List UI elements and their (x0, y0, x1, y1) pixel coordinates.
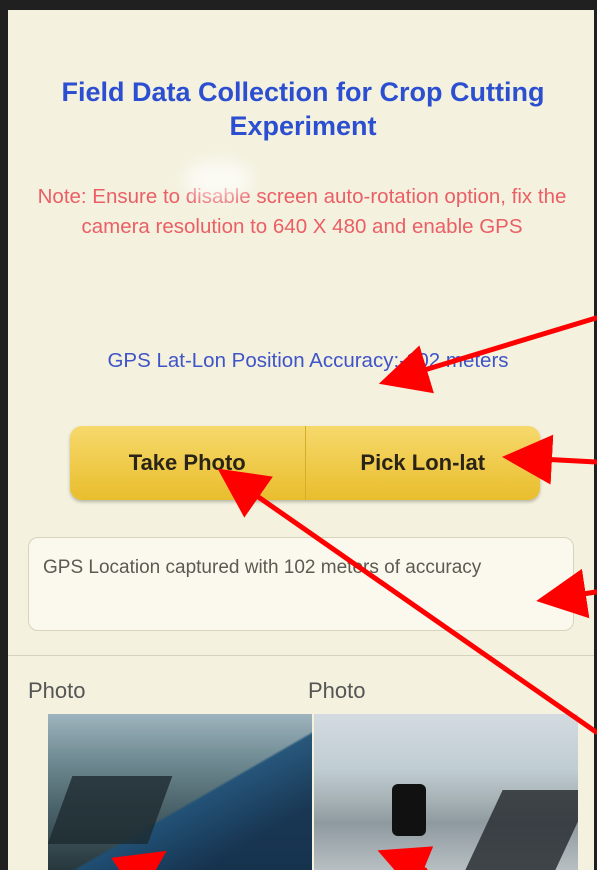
photo-strip (48, 714, 578, 870)
gps-status-field[interactable]: GPS Location captured with 102 meters of… (28, 537, 574, 631)
photo-thumbnail-left[interactable] (48, 714, 312, 870)
take-photo-button[interactable]: Take Photo (70, 426, 305, 500)
action-button-group: Take Photo Pick Lon-lat (70, 426, 540, 500)
divider (8, 655, 594, 656)
gps-accuracy-text: GPS Lat-Lon Position Accuracy:-102 meter… (107, 349, 509, 372)
photo-thumbnail-right[interactable] (314, 714, 578, 870)
pick-lonlat-button[interactable]: Pick Lon-lat (304, 426, 541, 500)
note-text: Note: Ensure to disable screen auto-rota… (37, 185, 567, 238)
page-title: Field Data Collection for Crop Cutting E… (61, 77, 545, 141)
device-frame: Field Data Collection for Crop Cutting E… (0, 0, 597, 870)
photo-label-right: Photo (308, 678, 366, 703)
photo-label-left: Photo (28, 678, 86, 703)
screen-glare (183, 160, 253, 200)
app-screen: Field Data Collection for Crop Cutting E… (8, 10, 594, 870)
